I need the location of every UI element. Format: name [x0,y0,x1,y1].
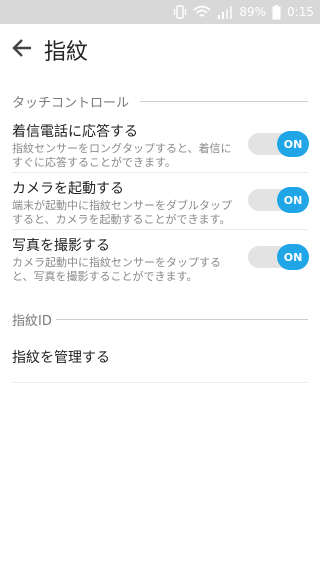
setting-description: カメラ起動中に指紋センサーをタップすると、写真を撮影することができます。 [12,256,221,283]
section-header-fingerprint-id: 指紋ID [12,314,52,329]
battery-percent: 89% [239,5,267,19]
launch-camera-toggle[interactable]: ON [248,187,310,213]
toggle-knob: ON [277,244,309,270]
row-divider [12,382,308,383]
status-icons: 89% 0:15 [173,0,314,24]
section-divider [140,101,308,102]
section-header-touch-control: タッチコントロール [12,96,130,111]
setting-row-answer-call[interactable]: 着信電話に応答する 指紋センサーをロングタップすると、着信にすぐに応答することが… [0,121,320,171]
setting-row-launch-camera[interactable]: カメラを起動する 端末が起動中に指紋センサーをダブルタップすると、カメラを起動す… [0,178,320,228]
toggle-knob: ON [277,187,309,213]
clock: 0:15 [287,5,314,19]
answer-call-toggle[interactable]: ON [248,131,310,157]
setting-row-take-photo[interactable]: 写真を撮影する カメラ起動中に指紋センサーをタップすると、写真を撮影することがで… [0,235,320,285]
signal-icon [218,6,233,19]
section-divider [56,319,308,320]
page-title: 指紋 [44,40,89,65]
row-divider [12,229,308,230]
battery-icon [272,4,281,19]
app-bar: 指紋 [0,24,320,72]
wifi-icon [193,5,211,17]
row-divider [12,172,308,173]
manage-fingerprints-item[interactable]: 指紋を管理する [12,347,110,367]
take-photo-toggle[interactable]: ON [248,244,310,270]
setting-description: 端末が起動中に指紋センサーをダブルタップすると、カメラを起動することができます。 [12,199,232,226]
vibrate-icon [174,5,187,19]
setting-title: カメラを起動する [12,181,124,197]
back-button[interactable] [6,32,38,64]
arrow-left-icon [12,39,31,57]
setting-title: 写真を撮影する [12,238,110,254]
setting-description: 指紋センサーをロングタップすると、着信にすぐに応答することができます。 [12,142,232,169]
status-bar: 89% 0:15 [0,0,320,24]
setting-title: 着信電話に応答する [12,124,138,140]
toggle-knob: ON [277,131,309,157]
